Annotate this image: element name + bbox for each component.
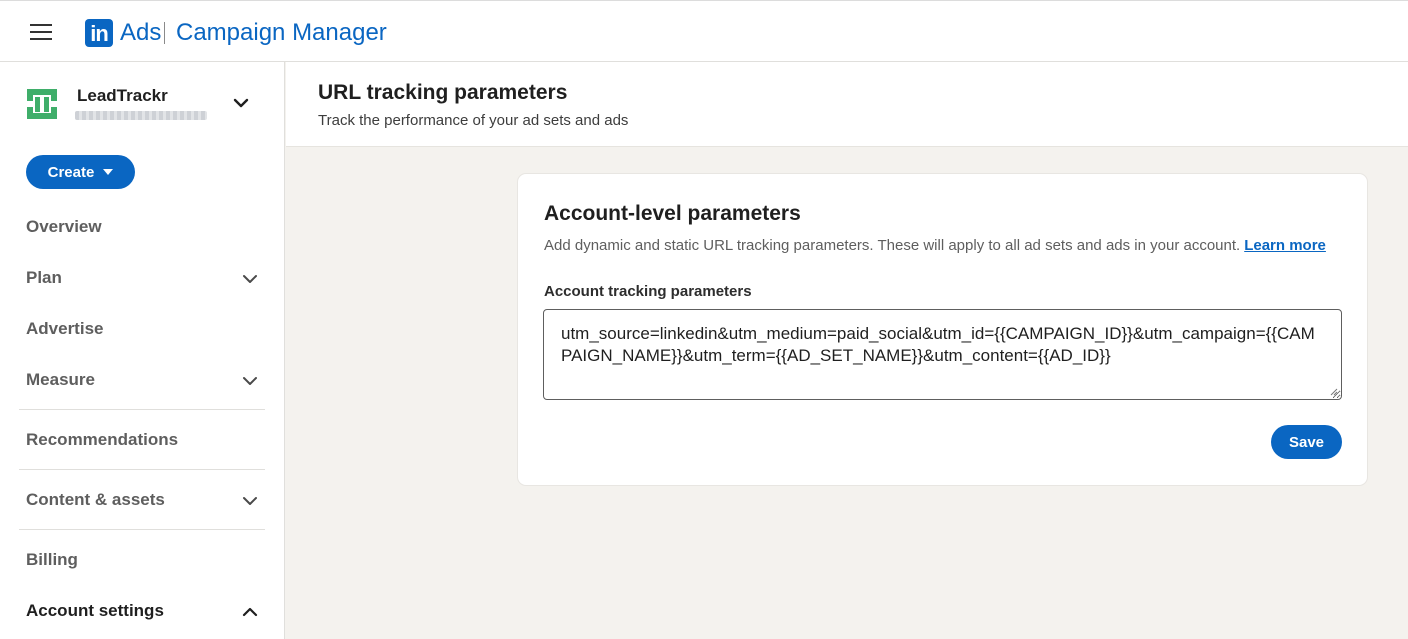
sidebar-item-recommendations[interactable]: Recommendations [0, 420, 285, 460]
account-id-redacted [75, 111, 207, 120]
sidebar-item-label: Measure [26, 370, 95, 389]
account-logo-icon [27, 89, 57, 119]
page-subtitle: Track the performance of your ad sets an… [318, 112, 629, 129]
sidebar-divider [19, 469, 265, 470]
caret-down-icon [103, 169, 114, 175]
sidebar: LeadTrackr Create Overview Plan Advertis… [0, 62, 285, 639]
top-bar: in Ads Campaign Manager [0, 0, 1408, 62]
sidebar-item-overview[interactable]: Overview [0, 207, 285, 247]
linkedin-logo[interactable]: in [85, 19, 113, 47]
learn-more-link[interactable]: Learn more [1244, 237, 1326, 254]
brand-divider [164, 22, 165, 44]
account-name: LeadTrackr [77, 86, 168, 105]
sidebar-divider [19, 529, 265, 530]
sidebar-item-label: Overview [26, 217, 102, 236]
brand-product: Ads [120, 19, 162, 46]
card-title: Account-level parameters [544, 202, 801, 225]
sidebar-item-plan[interactable]: Plan [0, 258, 285, 298]
save-button[interactable]: Save [1271, 425, 1342, 459]
chevron-down-icon [243, 275, 257, 283]
create-button[interactable]: Create [26, 155, 135, 189]
page-header: URL tracking parameters Track the perfor… [286, 62, 1408, 147]
sidebar-item-label: Content & assets [26, 490, 165, 509]
card-description: Add dynamic and static URL tracking para… [544, 237, 1326, 254]
sidebar-item-account-settings[interactable]: Account settings [0, 591, 285, 631]
sidebar-item-measure[interactable]: Measure [0, 360, 285, 400]
sidebar-item-label: Advertise [26, 319, 104, 338]
brand-title: Campaign Manager [176, 19, 387, 46]
sidebar-item-content-assets[interactable]: Content & assets [0, 480, 285, 520]
sidebar-item-label: Recommendations [26, 430, 179, 449]
sidebar-item-label: Plan [26, 268, 62, 287]
account-switcher-chevron-down-icon[interactable] [232, 96, 250, 110]
sidebar-item-label: Billing [26, 550, 78, 569]
tracking-parameters-value: utm_source=linkedin&utm_medium=paid_soci… [561, 324, 1315, 365]
menu-icon[interactable] [30, 24, 54, 42]
sidebar-item-billing[interactable]: Billing [0, 540, 285, 580]
create-button-label: Create [47, 163, 95, 181]
chevron-down-icon [243, 497, 257, 505]
account-parameters-card: Account-level parameters Add dynamic and… [518, 174, 1367, 485]
chevron-down-icon [243, 377, 257, 385]
resize-handle-icon[interactable] [1330, 388, 1338, 396]
sidebar-item-label: Account settings [26, 601, 164, 620]
sidebar-divider [19, 409, 265, 410]
card-description-text: Add dynamic and static URL tracking para… [544, 237, 1241, 254]
tracking-parameters-label: Account tracking parameters [544, 283, 752, 300]
tracking-parameters-input[interactable]: utm_source=linkedin&utm_medium=paid_soci… [543, 309, 1342, 400]
sidebar-item-advertise[interactable]: Advertise [0, 309, 285, 349]
page-title: URL tracking parameters [318, 81, 568, 104]
chevron-up-icon [242, 607, 258, 617]
